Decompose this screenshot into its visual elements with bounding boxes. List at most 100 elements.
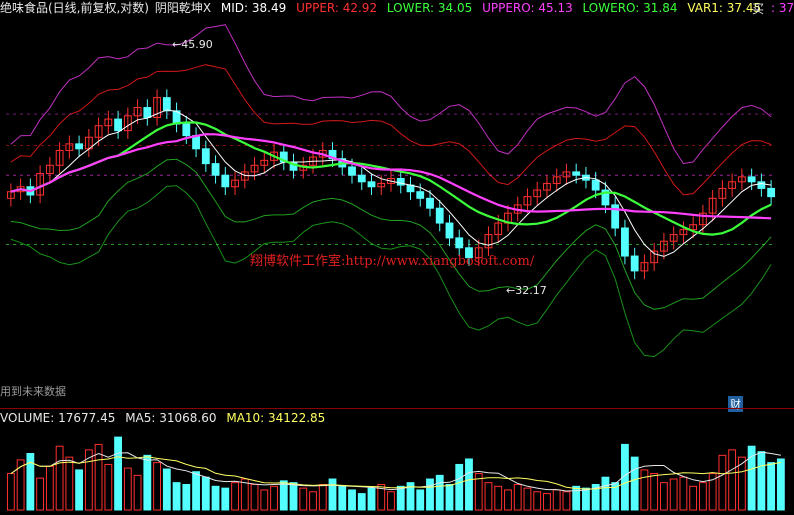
volume-bar-down (162, 468, 171, 511)
volume-bar-up (36, 477, 45, 511)
volume-bar-up (318, 483, 327, 511)
volume-bar-down (367, 487, 376, 511)
volume-bar-down (289, 482, 298, 511)
volume-bar-up (523, 487, 532, 511)
volume-ma10-line (10, 456, 781, 490)
volume-header: VOLUME: 17677.45 MA5: 31068.60 MA10: 341… (0, 410, 331, 426)
volume-bar-up (299, 487, 308, 511)
volume-bar-up (552, 489, 561, 511)
volume-bar-down (767, 462, 776, 511)
volume-bar-up (240, 478, 249, 511)
volume-bar-down (357, 493, 366, 511)
uppero-value: UPPERO: 45.13 (482, 1, 573, 15)
volume-bar-down (114, 436, 123, 511)
ma5-value: MA5: 31068.60 (125, 411, 217, 425)
volume-bar-up (153, 462, 161, 511)
volume-bar-up (231, 482, 239, 511)
volume-bar-up (543, 493, 551, 511)
volume-bar-up (270, 485, 278, 511)
volume-bar-up (133, 474, 142, 511)
candle-down (182, 123, 191, 137)
volume-bar-down (601, 476, 610, 511)
candle-down (357, 174, 366, 183)
volume-bar-down (279, 480, 288, 511)
indicator-name: 阴阳乾坤X (154, 1, 212, 15)
candle-down (162, 97, 171, 112)
candle-down (445, 222, 454, 239)
volume-bar-down (221, 487, 230, 511)
volume-bar-down (172, 482, 181, 511)
var1-value: VAR1: 37.45 (687, 1, 762, 15)
volume-bar-down (143, 454, 152, 511)
volume-bar-down (435, 474, 444, 511)
candle-down (143, 107, 152, 118)
volume-bar-up (6, 473, 15, 511)
volume-value: VOLUME: 17677.45 (0, 411, 116, 425)
volume-bar-down (582, 487, 590, 511)
pane-separator (0, 408, 794, 409)
low-arrow-icon: ← (506, 284, 516, 297)
volume-bar-up (55, 445, 64, 511)
volume-bar-up (250, 483, 259, 511)
candle-down (201, 148, 210, 165)
candle-down (630, 255, 639, 272)
candle-down (572, 171, 581, 176)
volume-bar-down (465, 458, 473, 511)
volume-bar-up (504, 489, 512, 511)
high-price-label: 45.90 (181, 38, 213, 51)
candle-down (367, 181, 376, 188)
volume-bar-up (650, 473, 659, 511)
volume-bar-down (426, 478, 434, 511)
volume-bar-up (533, 491, 542, 511)
volume-bar-down (455, 463, 464, 511)
candle-down (435, 207, 444, 224)
candle-down (396, 178, 405, 186)
volume-bar-up (309, 491, 317, 511)
volume-bar-down (348, 489, 356, 511)
volume-bar-up (562, 491, 571, 511)
var1b-value: : 37.45 (770, 1, 794, 15)
high-arrow-icon: ← (172, 38, 182, 51)
volume-pane (6, 436, 785, 511)
price-pane (6, 24, 776, 358)
volume-bar-up (660, 482, 668, 511)
candle-down (426, 197, 434, 209)
finance-badge[interactable]: 财 (728, 396, 743, 412)
low-price-annotation: ←32.17 (506, 284, 547, 297)
volume-bar-down (211, 485, 220, 511)
candle-down (591, 179, 600, 191)
volume-bar-up (640, 469, 649, 511)
volume-bar-up (16, 459, 25, 511)
volume-bar-up (728, 449, 737, 511)
candle-down (348, 166, 356, 176)
high-price-annotation: ←45.90 (172, 38, 213, 51)
candle-down (621, 227, 629, 257)
lowero-value: LOWERO: 31.84 (582, 1, 678, 15)
volume-bar-up (689, 485, 698, 511)
lower-value: LOWER: 34.05 (386, 1, 473, 15)
candle-down (221, 174, 230, 188)
uppero-band-line (10, 24, 772, 165)
volume-bar-up (669, 478, 678, 511)
volume-bar-up (45, 465, 54, 511)
candle-down (757, 181, 766, 189)
volume-bar-down (757, 451, 766, 511)
candle-down (75, 143, 84, 150)
ma10-value: MA10: 34122.85 (226, 411, 326, 425)
candle-down (747, 176, 756, 183)
future-data-notice: 用到未来数据 (0, 385, 66, 398)
buy-signal-label: 买 (752, 2, 765, 16)
candle-down (455, 237, 464, 249)
volume-bar-down (416, 489, 425, 511)
volume-bar-up (513, 483, 522, 511)
stock-title: 绝味食品(日线,前复权,对数) (0, 1, 149, 15)
candle-down (114, 118, 123, 132)
volume-bar-up (494, 485, 503, 511)
volume-bar-up (387, 491, 395, 511)
volume-bar-down (201, 476, 210, 511)
candle-down (416, 191, 425, 199)
volume-bar-down (192, 471, 200, 511)
low-price-label: 32.17 (515, 284, 547, 297)
volume-bar-up (123, 467, 132, 511)
volume-bar-down (182, 483, 191, 511)
